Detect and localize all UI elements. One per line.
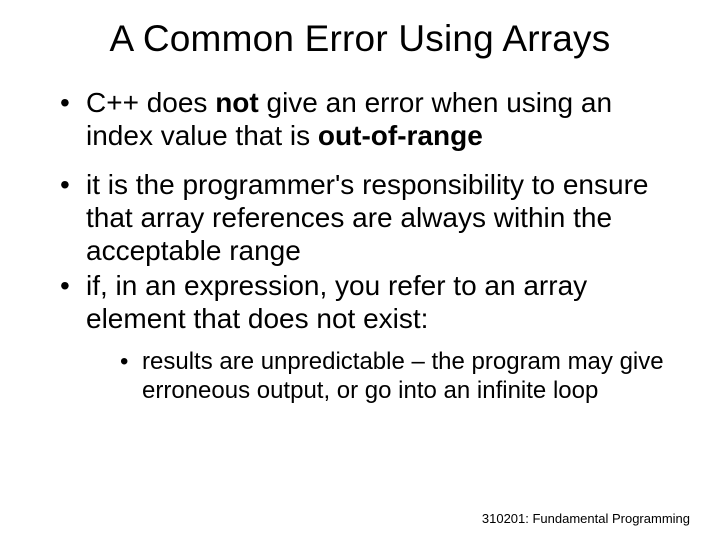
slide-footer: 310201: Fundamental Programming <box>482 511 690 526</box>
sub-bullet-1-text: results are unpredictable – the program … <box>142 348 664 404</box>
bullet-1-emph-oor: out-of-range <box>318 120 483 151</box>
sub-bullet-1: results are unpredictable – the program … <box>120 347 670 406</box>
bullet-list: C++ does not give an error when using an… <box>40 86 680 406</box>
bullet-1: C++ does not give an error when using an… <box>60 86 670 152</box>
bullet-3: if, in an expression, you refer to an ar… <box>60 269 670 406</box>
bullet-1-text-pre: C++ does <box>86 87 215 118</box>
bullet-3-text: if, in an expression, you refer to an ar… <box>86 270 587 334</box>
bullet-1-emph-not: not <box>215 87 259 118</box>
bullet-2: it is the programmer's responsibility to… <box>60 168 670 267</box>
bullet-2-text: it is the programmer's responsibility to… <box>86 169 648 266</box>
slide-title: A Common Error Using Arrays <box>40 18 680 60</box>
sub-bullet-list: results are unpredictable – the program … <box>86 347 670 406</box>
slide: A Common Error Using Arrays C++ does not… <box>0 0 720 540</box>
